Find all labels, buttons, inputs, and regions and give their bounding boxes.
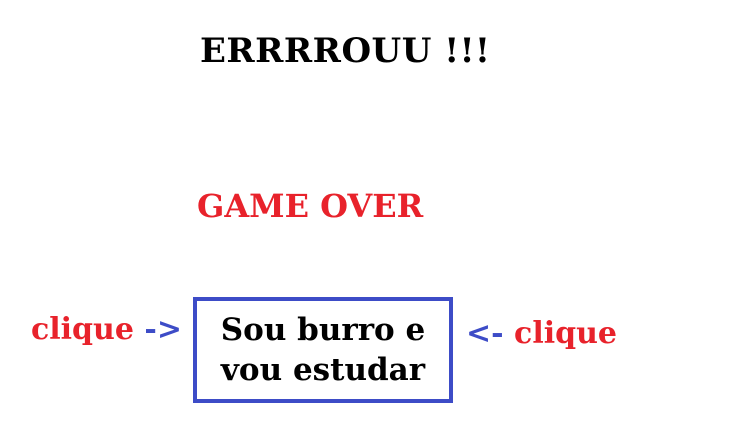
game-over-text: GAME OVER xyxy=(197,187,424,225)
study-button-label: Sou burro e vou estudar xyxy=(220,312,426,388)
right-arrow-icon: -> xyxy=(144,312,182,347)
study-button[interactable]: Sou burro e vou estudar xyxy=(193,297,453,403)
left-arrow-icon: <- xyxy=(466,316,504,351)
click-hint-right: <- clique xyxy=(466,319,617,349)
click-hint-left-label: clique xyxy=(31,312,134,347)
click-hint-left: clique -> xyxy=(31,315,182,345)
click-hint-right-label: clique xyxy=(514,316,617,351)
error-title: ERRRROUU !!! xyxy=(200,31,491,71)
